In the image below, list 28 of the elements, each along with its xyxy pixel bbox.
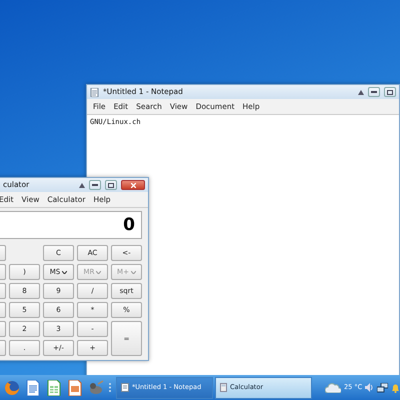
presentation-icon[interactable] bbox=[67, 380, 83, 396]
calculator-icon bbox=[220, 383, 227, 392]
caret-icon bbox=[62, 270, 68, 274]
notepad-icon bbox=[121, 383, 129, 392]
spreadsheet-icon[interactable] bbox=[46, 380, 62, 396]
caret-icon bbox=[130, 270, 136, 274]
maximize-button[interactable] bbox=[105, 180, 117, 190]
network-icon[interactable] bbox=[377, 382, 388, 392]
maximize-button[interactable] bbox=[384, 87, 396, 97]
calculator-display: 0 bbox=[0, 211, 142, 240]
minimize-button[interactable] bbox=[89, 180, 101, 190]
shade-icon[interactable] bbox=[79, 182, 85, 188]
close-icon bbox=[130, 182, 136, 188]
document-icon[interactable] bbox=[25, 380, 41, 396]
maximize-icon bbox=[387, 90, 393, 94]
close-button[interactable] bbox=[121, 180, 145, 190]
browser-icon[interactable] bbox=[4, 380, 20, 396]
caret-icon bbox=[96, 270, 102, 274]
minimize-icon bbox=[371, 91, 377, 93]
cloud-icon bbox=[325, 382, 341, 392]
volume-icon[interactable] bbox=[365, 383, 374, 392]
maximize-icon bbox=[108, 182, 114, 188]
separator-icon bbox=[109, 383, 111, 392]
shade-icon[interactable] bbox=[358, 90, 364, 94]
paint-icon[interactable] bbox=[88, 380, 104, 396]
minimize-button[interactable] bbox=[368, 87, 380, 97]
notepad-icon bbox=[90, 88, 99, 96]
minimize-icon bbox=[92, 184, 98, 186]
